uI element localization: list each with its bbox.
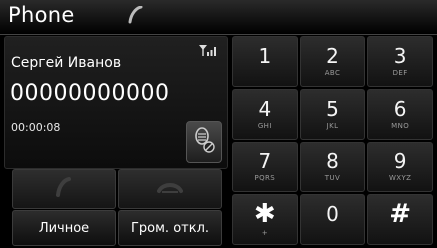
key-digit: 9 (393, 149, 407, 174)
key-letters: GHI (257, 121, 272, 130)
key-3[interactable]: 3 DEF (367, 36, 433, 87)
key-letters: MNO (391, 121, 410, 130)
key-letters: WXYZ (388, 174, 412, 183)
key-letters: JKL (326, 121, 339, 130)
dial-keypad: 1 2 ABC 3 DEF 4 GHI 5 JKL 6 MNO 7 PQRS 8… (232, 36, 433, 245)
key-0[interactable]: 0 (299, 194, 366, 245)
key-letters: DEF (392, 68, 408, 77)
private-button[interactable]: Личное (12, 210, 116, 246)
key-digit: 0 (326, 202, 339, 227)
asterisk-icon: ✱ (253, 199, 276, 230)
voice-privacy-button[interactable] (186, 121, 222, 163)
key-digit: 5 (326, 96, 339, 121)
signal-strength-icon (198, 41, 220, 60)
key-letters: ABC (324, 68, 341, 77)
key-8[interactable]: 8 TUV (299, 141, 366, 193)
key-1[interactable]: 1 (232, 36, 298, 87)
page-title: Phone (8, 3, 75, 27)
call-duration: 00:00:08 (11, 121, 61, 134)
key-digit: 6 (393, 96, 407, 121)
call-button[interactable] (12, 169, 116, 209)
key-digit: 8 (326, 149, 339, 174)
key-2[interactable]: 2 ABC (299, 36, 366, 87)
handset-icon (128, 5, 144, 28)
key-digit: 1 (258, 43, 272, 68)
key-digit: 7 (258, 149, 272, 174)
key-4[interactable]: 4 GHI (232, 88, 298, 140)
header-bar: Phone (0, 0, 437, 35)
contact-name: Сергей Иванов (11, 55, 122, 71)
mic-off-icon (193, 126, 215, 158)
key-letters: TUV (324, 174, 341, 183)
key-letters: PQRS (254, 174, 276, 183)
key-star[interactable]: ✱ + (232, 194, 298, 245)
mute-button[interactable]: Гром. откл. (118, 210, 222, 246)
key-letters: + (261, 229, 268, 238)
key-digit: 2 (326, 43, 339, 68)
key-5[interactable]: 5 JKL (299, 88, 366, 140)
hang-up-icon (157, 180, 183, 199)
key-9[interactable]: 9 WXYZ (367, 141, 433, 193)
handset-icon (55, 177, 73, 201)
key-7[interactable]: 7 PQRS (232, 141, 298, 193)
call-info-panel: Сергей Иванов 00000000000 00:00:08 (4, 36, 228, 169)
key-6[interactable]: 6 MNO (367, 88, 433, 140)
hash-icon: # (389, 199, 412, 230)
end-call-button[interactable] (118, 169, 222, 209)
key-digit: 3 (393, 43, 407, 68)
key-digit: 4 (258, 96, 272, 121)
key-hash[interactable]: # (367, 194, 433, 245)
phone-number: 00000000000 (10, 81, 170, 106)
